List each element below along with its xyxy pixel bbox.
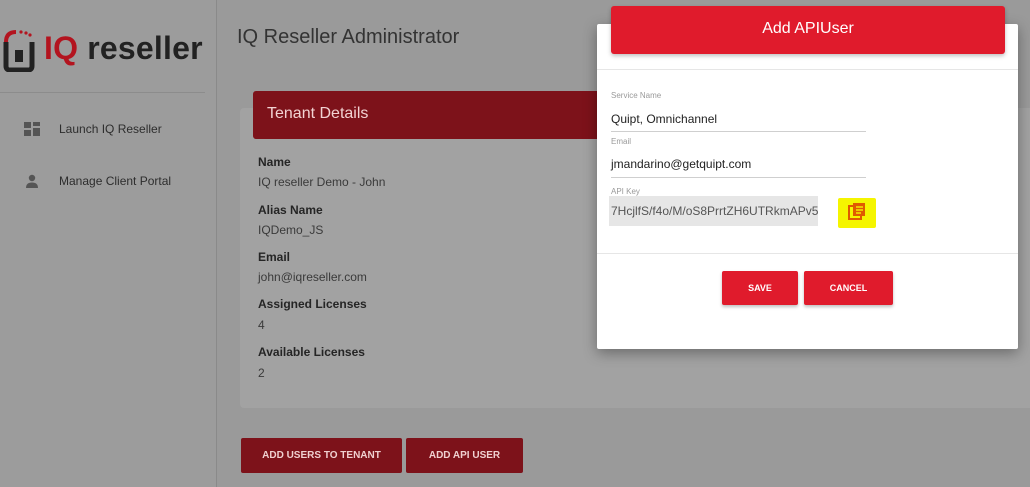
api-key-field[interactable]: 7HcjlfS/f4o/M/oS8PrrtZH6UTRkmAPv5	[609, 196, 818, 226]
api-key-label: API Key	[611, 187, 640, 196]
logo-mark-icon	[2, 24, 36, 73]
service-name-field[interactable]: Quipt, Omnichannel	[611, 112, 717, 126]
page-title: IQ Reseller Administrator	[237, 26, 460, 48]
copy-api-key-button[interactable]	[838, 198, 876, 228]
email-field-label: Email	[611, 137, 632, 146]
tenant-details-header: Tenant Details	[253, 91, 605, 139]
logo-iq: IQ	[44, 29, 79, 66]
assigned-licenses-label: Assigned Licenses	[258, 297, 367, 311]
add-api-user-button[interactable]: ADD API USER	[406, 438, 523, 473]
add-users-to-tenant-button[interactable]: ADD USERS TO TENANT	[241, 438, 402, 473]
available-licenses-label: Available Licenses	[258, 345, 365, 359]
email-field[interactable]: jmandarino@getquipt.com	[611, 157, 751, 171]
logo-reseller: reseller	[87, 29, 203, 66]
email-label: Email	[258, 250, 291, 264]
dialog-title: Add APIUser	[611, 6, 1005, 54]
sidebar: IQ reseller Launch IQ Reseller Manage Cl…	[0, 0, 217, 487]
email-underline	[611, 177, 866, 178]
dashboard-icon	[24, 121, 40, 137]
dialog-divider-top	[597, 69, 1018, 70]
iq-reseller-logo[interactable]: IQ reseller	[2, 20, 203, 76]
alias-name-value: IQDemo_JS	[258, 223, 324, 237]
name-value: IQ reseller Demo - John	[258, 175, 386, 189]
sidebar-item-label: Manage Client Portal	[59, 174, 172, 188]
alias-name-label: Alias Name	[258, 203, 323, 217]
service-name-underline	[611, 131, 866, 132]
name-label: Name	[258, 155, 291, 169]
service-name-label: Service Name	[611, 91, 662, 100]
sidebar-divider	[0, 92, 205, 93]
available-licenses-value: 2	[258, 366, 265, 380]
email-value: john@iqreseller.com	[258, 270, 367, 284]
sidebar-item-launch-iq-reseller[interactable]: Launch IQ Reseller	[24, 121, 162, 137]
copy-icon	[848, 202, 866, 225]
dialog-divider-bottom	[597, 253, 1018, 254]
logo-text: IQ reseller	[44, 30, 203, 67]
sidebar-item-label: Launch IQ Reseller	[59, 122, 162, 136]
save-button[interactable]: SAVE	[722, 271, 798, 305]
cancel-button[interactable]: CANCEL	[804, 271, 893, 305]
user-icon	[24, 173, 40, 189]
assigned-licenses-value: 4	[258, 318, 265, 332]
sidebar-item-manage-client-portal[interactable]: Manage Client Portal	[24, 173, 171, 189]
